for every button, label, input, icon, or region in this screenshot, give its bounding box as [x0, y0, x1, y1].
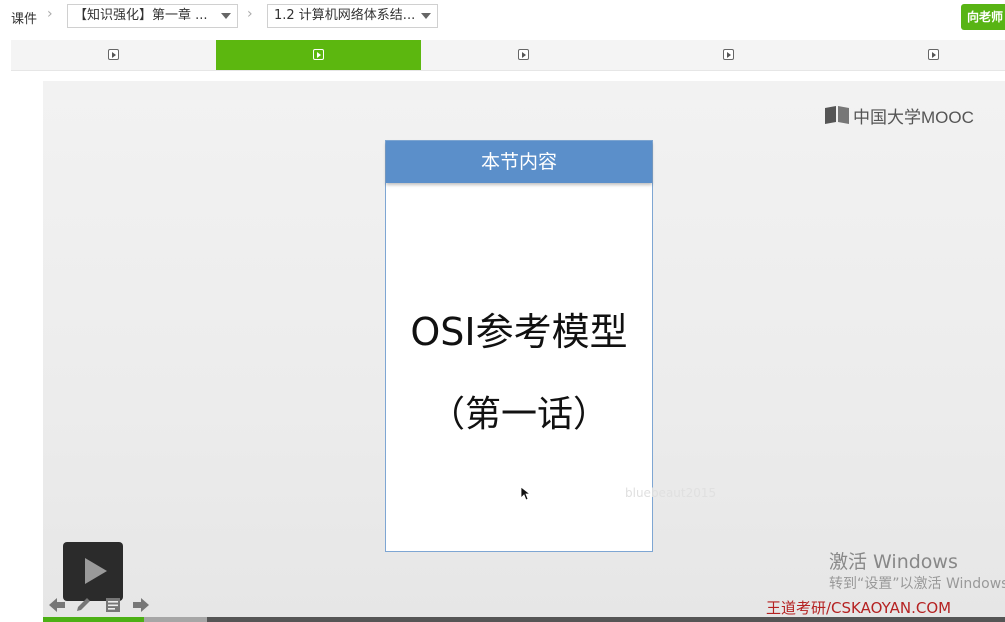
video-icon — [927, 49, 939, 60]
play-button[interactable] — [63, 542, 123, 601]
video-icon — [107, 49, 119, 60]
site-watermark: 王道考研/CSKAOYAN.COM — [766, 599, 952, 617]
mooc-logo-text: 中国大学MOOC — [853, 108, 974, 127]
mooc-logo-icon — [825, 106, 849, 124]
lesson-select-value: 1.2 计算机网络体系结... — [274, 8, 416, 23]
chevron-right-icon: › — [47, 6, 53, 22]
chevron-right-icon: › — [247, 6, 253, 22]
breadcrumb: 课件 › 【知识强化】第一章 ... › 1.2 计算机网络体系结... 向老师 — [0, 0, 1005, 34]
note-icon[interactable] — [103, 596, 123, 614]
progress-played — [43, 617, 144, 622]
breadcrumb-root[interactable]: 课件 — [11, 8, 37, 27]
windows-activation-subtitle: 转到“设置”以激活 Windows — [829, 576, 1005, 592]
slide-header: 本节内容 — [386, 141, 652, 183]
video-icon — [722, 49, 734, 60]
windows-activation-title: 激活 Windows — [829, 551, 958, 573]
arrow-left-icon[interactable] — [47, 596, 67, 614]
video-icon — [517, 49, 529, 60]
tab-unit-1[interactable] — [11, 40, 216, 70]
tab-unit-3[interactable] — [421, 40, 626, 70]
tab-unit-5[interactable] — [831, 40, 1005, 70]
slide-subtitle: （第一话） — [428, 394, 609, 435]
tab-unit-2[interactable] — [216, 40, 421, 70]
progress-bar[interactable] — [43, 617, 1005, 622]
mouse-cursor-icon — [521, 487, 531, 501]
chapter-select-value: 【知识强化】第一章 ... — [74, 8, 208, 23]
faint-watermark: bluebeaut2015 — [625, 486, 717, 500]
video-player[interactable]: 中国大学MOOC 本节内容 OSI参考模型 （第一话） bluebeaut201… — [43, 81, 1005, 622]
chevron-down-icon — [221, 13, 231, 19]
pencil-icon[interactable] — [74, 596, 94, 614]
lesson-select[interactable]: 1.2 计算机网络体系结... — [267, 4, 438, 28]
tab-unit-4[interactable] — [626, 40, 831, 70]
unit-tabs — [11, 40, 1005, 71]
video-icon — [312, 49, 324, 60]
slide-card: 本节内容 OSI参考模型 （第一话） — [385, 140, 653, 552]
slide-title: OSI参考模型 — [410, 310, 628, 354]
arrow-right-icon[interactable] — [131, 596, 151, 614]
chevron-down-icon — [421, 13, 431, 19]
chapter-select[interactable]: 【知识强化】第一章 ... — [67, 4, 238, 28]
ask-teacher-button[interactable]: 向老师 — [961, 4, 1005, 30]
